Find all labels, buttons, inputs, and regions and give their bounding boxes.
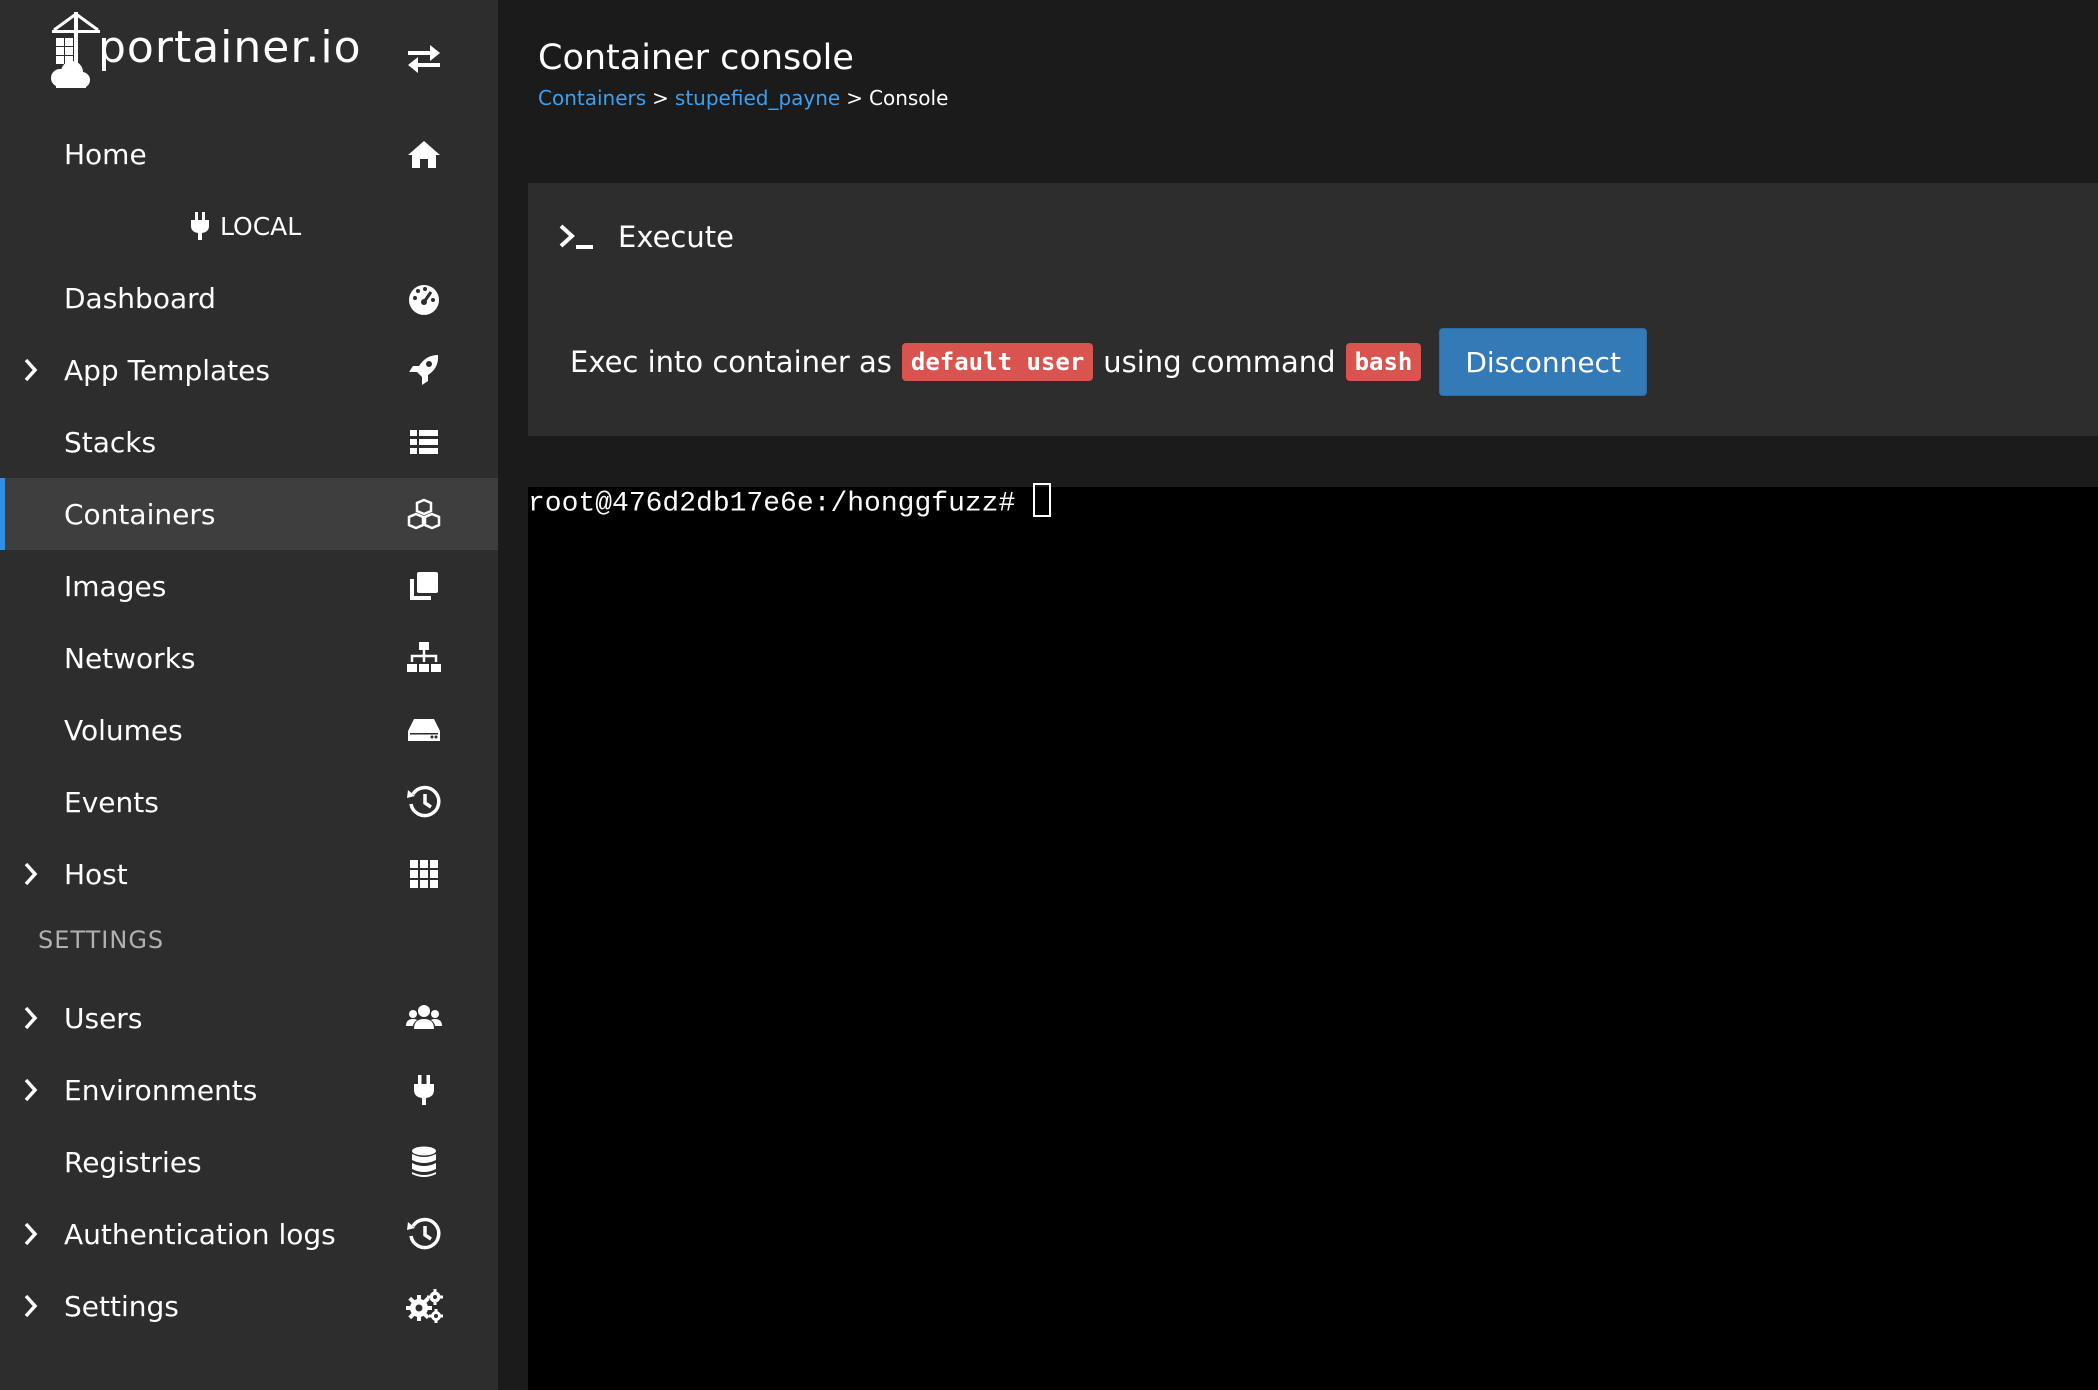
exchange-icon[interactable]	[404, 42, 444, 76]
chevron-right-icon[interactable]	[22, 1293, 40, 1319]
chevron-right-icon[interactable]	[22, 1221, 40, 1247]
exec-text-command: using command	[1103, 345, 1336, 379]
list-icon	[410, 430, 438, 454]
terminal-prompt-line: root@476d2db17e6e:/honggfuzz#	[528, 483, 1052, 520]
sidebar-item-registries[interactable]: Registries	[0, 1126, 498, 1198]
sidebar-item-label: Home	[64, 137, 147, 171]
portainer-logo-icon[interactable]	[46, 8, 102, 98]
sidebar-item-label: Environments	[64, 1073, 258, 1107]
terminal-console[interactable]: root@476d2db17e6e:/honggfuzz#	[528, 483, 2098, 1390]
environment-name: LOCAL	[220, 211, 302, 241]
breadcrumb-link-containers[interactable]: Containers	[538, 86, 646, 110]
breadcrumb-link-container[interactable]: stupefied_payne	[675, 86, 840, 110]
sidebar-item-users[interactable]: Users	[0, 982, 498, 1054]
breadcrumb-current: Console	[869, 86, 949, 110]
sidebar-item-stacks[interactable]: Stacks	[0, 406, 498, 478]
history-icon	[407, 1217, 441, 1250]
sidebar-item-authentication-logs[interactable]: Authentication logs	[0, 1198, 498, 1270]
exec-text-prefix: Exec into container as	[570, 345, 892, 379]
sidebar-item-label: App Templates	[64, 353, 270, 387]
sidebar-item-images[interactable]: Images	[0, 550, 498, 622]
chevron-right-icon[interactable]	[22, 1077, 40, 1103]
clone-icon	[410, 572, 438, 600]
plug-icon	[191, 212, 209, 240]
sidebar-item-environments[interactable]: Environments	[0, 1054, 498, 1126]
th-icon	[410, 860, 438, 888]
cogs-icon	[406, 1289, 443, 1323]
sidebar-item-containers[interactable]: Containers	[0, 478, 498, 550]
chevron-right-icon[interactable]	[22, 1005, 40, 1031]
home-icon	[408, 141, 440, 168]
execute-panel: Execute Exec into container as default u…	[528, 183, 2098, 436]
history-icon	[407, 785, 441, 818]
chevron-right-icon[interactable]	[22, 861, 40, 887]
execute-panel-header: Execute	[558, 217, 734, 257]
brand-name[interactable]: portainer.io	[98, 22, 362, 73]
sidebar: portainer.io Home LOCAL Dashboard App Te…	[0, 0, 498, 1390]
cubes-icon	[407, 498, 441, 530]
execute-panel-title: Execute	[618, 220, 734, 254]
users-icon	[406, 1005, 442, 1029]
disconnect-button[interactable]: Disconnect	[1439, 328, 1647, 396]
sidebar-item-label: Authentication logs	[64, 1217, 336, 1251]
sidebar-item-label: Registries	[64, 1145, 202, 1179]
sidebar-item-networks[interactable]: Networks	[0, 622, 498, 694]
sidebar-item-label: Settings	[64, 1289, 179, 1323]
sidebar-item-label: Containers	[64, 497, 216, 531]
chevron-right-icon[interactable]	[22, 357, 40, 383]
main-content: Container console Containers > stupefied_p…	[498, 0, 2098, 1390]
breadcrumb: Containers > stupefied_payne > Console	[538, 86, 948, 110]
sidebar-item-volumes[interactable]: Volumes	[0, 694, 498, 766]
plug-icon	[414, 1075, 434, 1105]
terminal-prompt: root@476d2db17e6e:/honggfuzz#	[528, 488, 1016, 520]
sidebar-item-label: Images	[64, 569, 167, 603]
sidebar-item-home[interactable]: Home	[0, 118, 498, 190]
hdd-icon	[408, 719, 440, 741]
breadcrumb-separator: >	[652, 86, 669, 110]
sidebar-item-app-templates[interactable]: App Templates	[0, 334, 498, 406]
brand: portainer.io	[0, 0, 498, 118]
sidebar-item-dashboard[interactable]: Dashboard	[0, 262, 498, 334]
sidebar-item-label: Dashboard	[64, 281, 216, 315]
sidebar-item-settings[interactable]: Settings	[0, 1270, 498, 1342]
sidebar-item-label: Events	[64, 785, 159, 819]
environment-label: LOCAL	[190, 204, 301, 248]
sidebar-item-label: Host	[64, 857, 128, 891]
exec-command-badge: bash	[1345, 343, 1422, 381]
breadcrumb-separator: >	[846, 86, 863, 110]
database-icon	[412, 1146, 436, 1177]
sidebar-item-label: Stacks	[64, 425, 157, 459]
settings-section-title: SETTINGS	[38, 926, 165, 954]
sidebar-item-label: Volumes	[64, 713, 183, 747]
terminal-cursor	[1033, 483, 1052, 517]
sidebar-item-events[interactable]: Events	[0, 766, 498, 838]
sidebar-item-label: Networks	[64, 641, 196, 675]
sitemap-icon	[407, 642, 441, 672]
rocket-icon	[409, 355, 439, 385]
terminal-icon	[559, 224, 593, 249]
dashboard-icon	[409, 285, 439, 315]
exec-row: Exec into container as default user usin…	[570, 327, 1647, 397]
page-title: Container console	[538, 38, 854, 78]
sidebar-item-host[interactable]: Host	[0, 838, 498, 910]
exec-user-badge: default user	[901, 343, 1094, 381]
sidebar-item-label: Users	[64, 1001, 143, 1035]
